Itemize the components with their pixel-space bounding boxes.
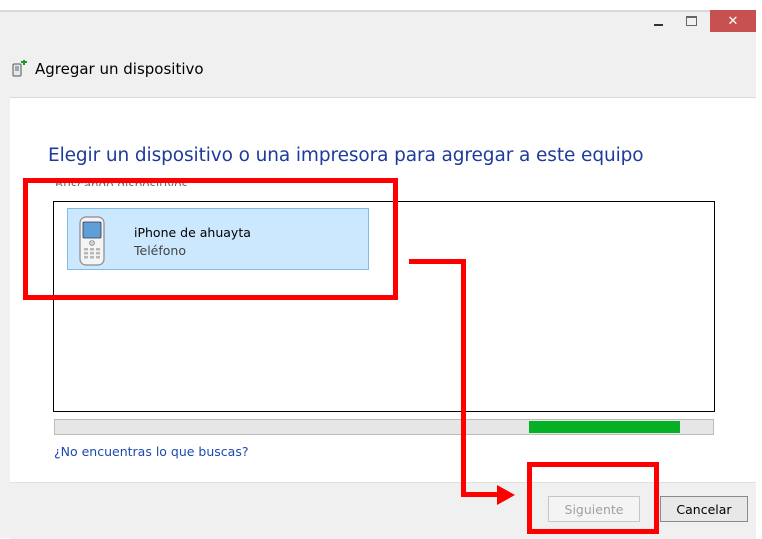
page-heading: Elegir un dispositivo o una impresora pa…: [48, 145, 644, 166]
close-button[interactable]: ✕: [710, 10, 756, 32]
annotation-box-next: [527, 462, 659, 534]
minimize-icon: [653, 24, 663, 26]
annotation-arrow-horizontal-bottom: [461, 492, 501, 497]
help-link[interactable]: ¿No encuentras lo que buscas?: [54, 444, 248, 459]
annotation-arrow-vertical: [461, 259, 466, 497]
window-top-edge: [0, 0, 762, 10]
cancel-button[interactable]: Cancelar: [660, 496, 748, 522]
annotation-arrowhead: [497, 485, 515, 505]
dialog-title-text: Agregar un dispositivo: [35, 60, 204, 78]
annotation-box-device: [23, 178, 398, 300]
window-right-edge: [756, 0, 762, 538]
maximize-button[interactable]: [676, 10, 706, 32]
search-progress-bar: [54, 419, 714, 435]
add-device-icon: [12, 60, 27, 77]
maximize-icon: [685, 16, 697, 26]
close-icon: ✕: [727, 13, 739, 29]
progress-bar-fill: [529, 421, 680, 433]
annotation-arrow-horizontal-top: [409, 259, 466, 264]
dialog-title: Agregar un dispositivo: [10, 60, 204, 78]
minimize-button[interactable]: [643, 10, 673, 32]
